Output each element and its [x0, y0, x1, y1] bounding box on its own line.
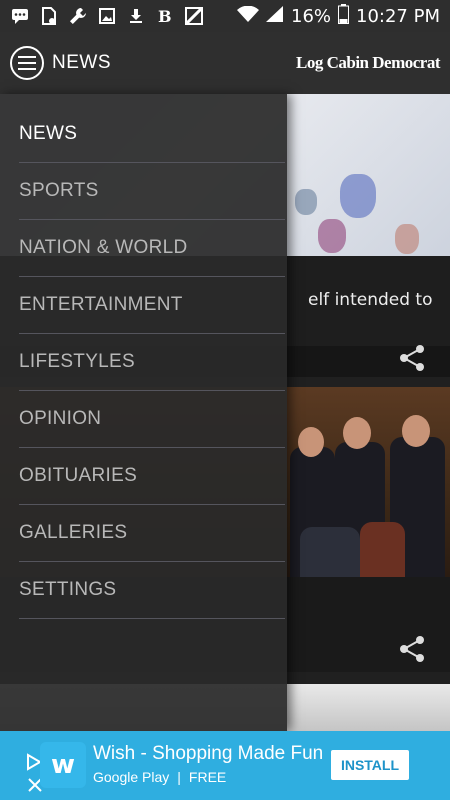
signal-icon: [266, 5, 284, 27]
app-bar: NEWS Log Cabin Democrat: [0, 32, 450, 94]
ad-separator: |: [177, 769, 181, 785]
menu-item-entertainment[interactable]: ENTERTAINMENT: [19, 277, 285, 334]
ad-subtitle: Google Play | FREE: [93, 769, 226, 785]
brand-logo[interactable]: Log Cabin Democrat: [296, 53, 440, 73]
menu-item-lifestyles[interactable]: LIFESTYLES: [19, 334, 285, 391]
menu-item-news[interactable]: NEWS: [19, 106, 285, 163]
clock: 10:27 PM: [356, 5, 440, 27]
newspaper-icon: B: [155, 7, 175, 25]
section-title: NEWS: [52, 52, 111, 73]
ad-title[interactable]: Wish - Shopping Made Fun: [93, 743, 323, 765]
wish-app-icon: w: [40, 742, 86, 788]
battery-percent: 16%: [291, 5, 332, 27]
svg-text:B: B: [158, 7, 172, 25]
image-icon: [97, 7, 117, 25]
share-icon[interactable]: [398, 635, 426, 663]
install-button[interactable]: INSTALL: [331, 750, 409, 780]
menu-item-nation-world[interactable]: NATION & WORLD: [19, 220, 285, 277]
navigation-drawer[interactable]: NEWS SPORTS NATION & WORLD ENTERTAINMENT…: [0, 94, 287, 731]
download-icon: [126, 7, 146, 25]
ad-store: Google Play: [93, 769, 170, 785]
flipboard-icon: [184, 7, 204, 25]
sim-icon: [39, 7, 59, 25]
menu-item-opinion[interactable]: OPINION: [19, 391, 285, 448]
menu-item-obituaries[interactable]: OBITUARIES: [19, 448, 285, 505]
menu-item-galleries[interactable]: GALLERIES: [19, 505, 285, 562]
article-title[interactable]: elf intended to: [308, 290, 432, 310]
menu-item-sports[interactable]: SPORTS: [19, 163, 285, 220]
message-icon: [10, 7, 30, 25]
status-bar: B 16% 10:27 PM: [0, 0, 450, 32]
battery-icon: [338, 3, 350, 29]
wifi-icon: [237, 5, 259, 27]
wrench-icon: [68, 7, 88, 25]
notification-icons: B: [10, 7, 204, 25]
ad-banner[interactable]: w Wish - Shopping Made Fun Google Play | F…: [0, 731, 450, 800]
ad-price: FREE: [188, 769, 227, 785]
section-menu: NEWS SPORTS NATION & WORLD ENTERTAINMENT…: [0, 94, 287, 619]
system-status: 16% 10:27 PM: [237, 3, 440, 29]
share-icon[interactable]: [398, 344, 426, 372]
menu-icon[interactable]: [10, 46, 44, 80]
menu-item-settings[interactable]: SETTINGS: [19, 562, 285, 619]
